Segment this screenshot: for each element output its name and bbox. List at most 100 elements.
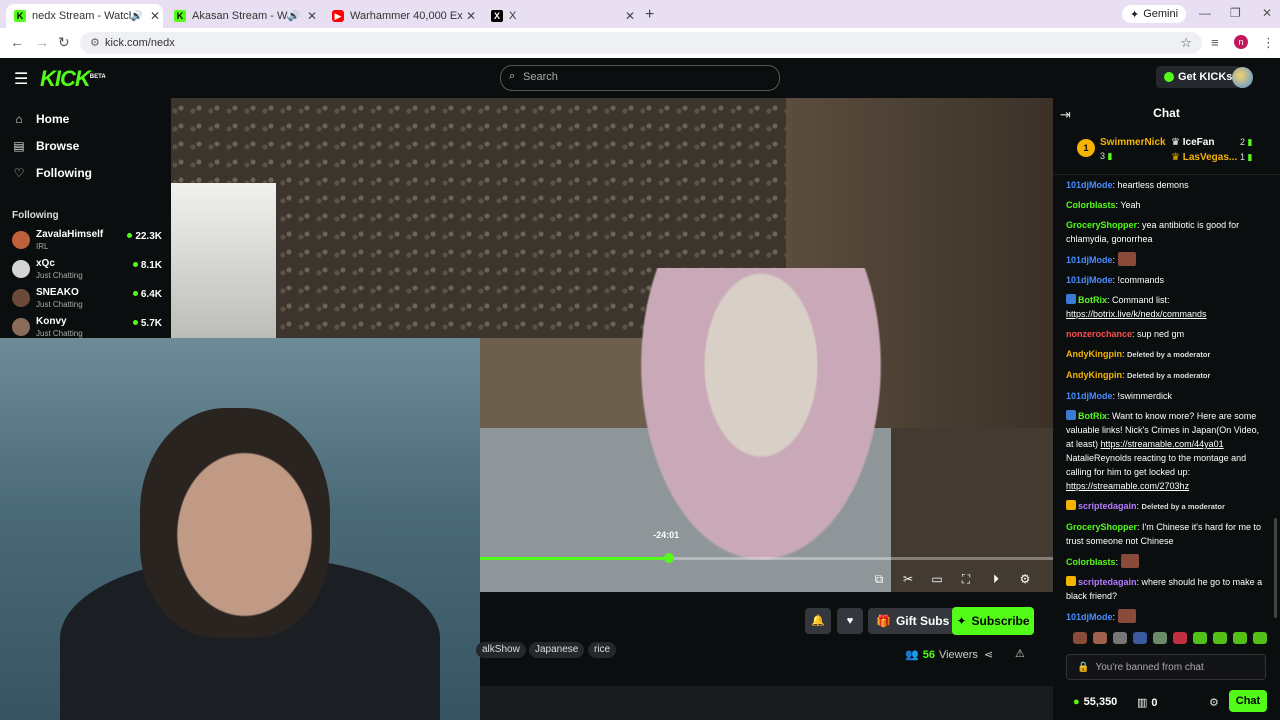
gemini-button[interactable]: ✦ Gemini [1122,5,1187,23]
tab-title: Warhammer 40,000 Expert Ans [350,10,463,22]
tag-chip[interactable]: rice [588,642,617,658]
chat-username[interactable]: nonzerochance [1066,329,1132,339]
subscribe-button[interactable]: ✦ Subscribe [952,607,1034,635]
browser-tab[interactable]: X X ✕ [483,4,638,28]
follow-heart-button[interactable]: ♥ [837,608,863,634]
webcam-face [140,408,330,638]
leaderboard-count-value: 2 [1240,137,1246,147]
tag-chip[interactable]: Japanese [529,642,585,658]
report-icon[interactable]: ⚠ [1015,647,1025,660]
speaker-icon[interactable]: 🔊 [131,11,143,22]
chat-scrollbar[interactable] [1274,518,1277,618]
back-icon[interactable]: ← [10,34,24,50]
user-avatar[interactable] [1232,67,1253,88]
media-control-icon[interactable]: ≡ [1211,35,1219,50]
leaderboard-name[interactable]: ♛ IceFan [1171,137,1214,148]
chat-username[interactable]: BotRix [1078,411,1107,421]
bookmark-star-icon[interactable]: ☆ [1180,35,1192,51]
leaderboard-name[interactable]: SwimmerNick [1100,137,1166,148]
emote-icon[interactable] [1173,632,1187,644]
followed-channel[interactable]: SNEAKO Just Chatting 6.4K [12,287,162,315]
site-header: ☰ KICKBETA ⌕ Search Get KICKs [0,58,1280,98]
reload-icon[interactable]: ↻ [58,34,70,51]
chat-username[interactable]: scriptedagain [1078,501,1137,511]
site-info-icon[interactable]: ⚙ [90,36,100,49]
followed-channel[interactable]: ZavalaHimself IRL 22.3K [12,229,162,257]
leaderboard-name[interactable]: ♛ LasVegas... [1171,152,1237,163]
chat-username[interactable]: scriptedagain [1078,577,1137,587]
search-input[interactable]: ⌕ Search [500,65,780,91]
chat-username[interactable]: Colorblasts [1066,557,1116,567]
get-kicks-button[interactable]: Get KICKs [1156,66,1241,88]
browser-menu-icon[interactable]: ⋮ [1262,35,1275,51]
chat-settings-icon[interactable]: ⚙ [1209,696,1219,709]
emote-icon[interactable] [1193,632,1207,644]
close-tab-icon[interactable]: ✕ [463,9,479,23]
theater-icon[interactable]: ▭ [930,572,944,586]
speaker-icon[interactable]: 🔊 [288,11,300,22]
chat-username[interactable]: BotRix [1078,295,1107,305]
chat-separator: : [1112,180,1118,190]
emote-icon[interactable] [1233,632,1247,644]
browser-tab[interactable]: K nedx Stream - Watch Live o 🔊 ✕ [6,4,163,28]
browser-tab[interactable]: ▶ Warhammer 40,000 Expert Ans ✕ [324,4,479,28]
new-tab-icon[interactable]: + [645,6,654,24]
chat-link[interactable]: https://streamable.com/2703hz [1066,481,1189,491]
close-tab-icon[interactable]: ✕ [304,9,320,23]
chat-username[interactable]: GroceryShopper [1066,220,1137,230]
tag-chip[interactable]: alkShow [476,642,526,658]
chat-username[interactable]: 101djMode [1066,275,1113,285]
chat-username[interactable]: 101djMode [1066,255,1113,265]
browser-tab[interactable]: K Akasan Stream - Watch Live 🔊 ✕ [166,4,320,28]
menu-icon[interactable]: ☰ [14,69,28,89]
followed-channel[interactable]: xQc Just Chatting 8.1K [12,258,162,286]
sidebar-item-browse[interactable]: ▤ Browse [12,139,79,153]
close-tab-icon[interactable]: ✕ [622,9,638,23]
chat-username[interactable]: GroceryShopper [1066,522,1137,532]
kick-logo[interactable]: KICKBETA [40,66,106,92]
emote-icon[interactable] [1073,632,1087,644]
autoplay-icon[interactable]: ⏵ [989,572,1003,586]
chat-link[interactable]: https://streamable.com/44ya01 [1101,439,1224,449]
chat-username[interactable]: 101djMode [1066,180,1113,190]
close-window-icon[interactable]: ✕ [1262,6,1272,20]
emote-icon[interactable] [1093,632,1107,644]
progress-bar[interactable] [480,553,1053,563]
followed-channel[interactable]: Konvy Just Chatting 5.7K [12,316,162,338]
notification-bell-button[interactable]: 🔔 [805,608,831,634]
share-icon[interactable]: ⋖ [984,648,993,661]
chat-link[interactable]: https://botrix.live/k/nedx/commands [1066,309,1207,319]
emote-icon[interactable] [1213,632,1227,644]
chat-username[interactable]: AndyKingpin [1066,349,1122,359]
url-field[interactable]: ⚙ kick.com/nedx ☆ [80,32,1202,54]
chat-username[interactable]: 101djMode [1066,612,1113,622]
emote-icon[interactable] [1153,632,1167,644]
emote-icon[interactable] [1253,632,1267,644]
chat-username[interactable]: AndyKingpin [1066,370,1122,380]
fullscreen-icon[interactable]: ⛶ [959,572,973,586]
chat-message: Colorblasts: [1066,554,1269,569]
sidebar-item-following[interactable]: ♡ Following [12,166,92,180]
emote-icon[interactable] [1133,632,1147,644]
close-tab-icon[interactable]: ✕ [147,9,163,23]
minimize-icon[interactable]: — [1199,6,1211,20]
heart-icon: ♡ [13,166,25,180]
chat-username[interactable]: Colorblasts [1066,200,1116,210]
settings-icon[interactable]: ⚙ [1018,572,1032,586]
profile-avatar[interactable]: n [1234,35,1248,49]
clip-icon[interactable]: ✂ [901,572,915,586]
gift-count[interactable]: ▥ 0 [1137,696,1158,710]
chat-message-list[interactable]: 101djMode: heartless demons Colorblasts: … [1066,178,1269,626]
chat-username[interactable]: 101djMode [1066,391,1113,401]
forward-icon[interactable]: → [35,34,49,50]
emote-icon[interactable] [1113,632,1127,644]
chat-separator: : [1112,255,1118,265]
maximize-icon[interactable]: ❐ [1230,6,1241,20]
gift-subs-button[interactable]: 🎁 Gift Subs [868,608,958,634]
kicks-balance[interactable]: ● 55,350 [1073,696,1117,708]
chat-send-button[interactable]: Chat [1229,690,1267,712]
chat-message: BotRix: Command list: https://botrix.liv… [1066,293,1269,321]
viewer-count-value: 22.3K [135,231,162,242]
sidebar-item-home[interactable]: ⌂ Home [12,112,69,126]
pip-icon[interactable]: ⧉ [872,572,886,586]
